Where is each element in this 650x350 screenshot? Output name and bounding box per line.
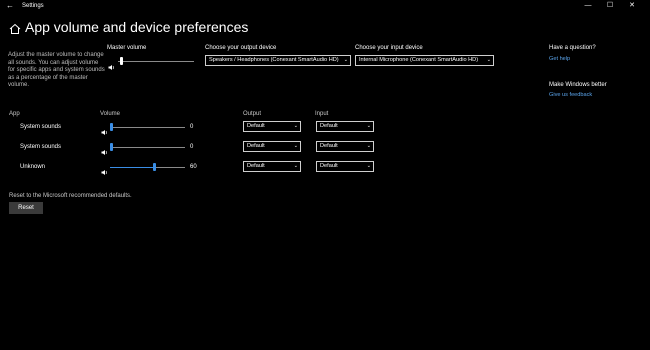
app-name: Unknown — [20, 164, 46, 170]
speaker-icon[interactable] — [101, 163, 108, 175]
app-output-value: Default — [247, 163, 265, 169]
app-output-value: Default — [247, 143, 265, 149]
volume-column-header: Volume — [100, 111, 121, 117]
page-title: App volume and device preferences — [25, 19, 249, 35]
chevron-down-icon: ⌄ — [486, 57, 491, 63]
app-volume-slider[interactable] — [110, 163, 185, 172]
master-volume-label: Master volume — [107, 45, 147, 51]
minimize-button[interactable]: — — [580, 1, 596, 11]
reset-button[interactable]: Reset — [9, 202, 43, 214]
app-name: System sounds — [20, 144, 62, 150]
give-feedback-link[interactable]: Give us feedback — [549, 91, 592, 99]
master-volume-description: Adjust the master volume to change all s… — [8, 52, 105, 88]
back-button[interactable]: ← — [6, 1, 16, 11]
app-volume-slider[interactable] — [110, 123, 185, 132]
app-input-select[interactable]: Default ⌄ — [316, 161, 374, 172]
app-volume-track — [110, 147, 185, 148]
app-output-value: Default — [247, 123, 265, 129]
question-heading: Have a question? — [549, 45, 596, 51]
close-button[interactable]: ✕ — [624, 1, 640, 11]
window-title: Settings — [22, 3, 44, 9]
app-name: System sounds — [20, 124, 62, 130]
app-volume-fill — [110, 167, 153, 168]
title-bar — [0, 0, 650, 12]
app-output-select[interactable]: Default ⌄ — [243, 141, 301, 152]
chevron-down-icon: ⌄ — [293, 163, 298, 169]
chevron-down-icon: ⌄ — [366, 123, 371, 129]
app-volume-slider[interactable] — [110, 143, 185, 152]
app-output-select[interactable]: Default ⌄ — [243, 161, 301, 172]
get-help-link[interactable]: Get help — [549, 55, 570, 63]
app-volume-thumb[interactable] — [110, 123, 113, 131]
output-device-label: Choose your output device — [205, 45, 277, 51]
app-volume-track — [110, 127, 185, 128]
chevron-down-icon: ⌄ — [293, 143, 298, 149]
app-input-select[interactable]: Default ⌄ — [316, 121, 374, 132]
speaker-icon[interactable] — [108, 58, 115, 70]
app-volume-thumb[interactable] — [153, 163, 156, 171]
output-column-header: Output — [243, 111, 262, 117]
table-row: System sounds 0 Default ⌄ Default ⌄ — [0, 121, 650, 135]
app-input-select[interactable]: Default ⌄ — [316, 141, 374, 152]
app-input-value: Default — [320, 123, 338, 129]
output-device-select[interactable]: Speakers / Headphones (Conexant SmartAud… — [205, 55, 351, 66]
input-device-select[interactable]: Internal Microphone (Conexant SmartAudio… — [355, 55, 494, 66]
maximize-button[interactable]: ☐ — [602, 1, 618, 11]
speaker-icon[interactable] — [101, 123, 108, 135]
app-column-header: App — [9, 111, 20, 117]
output-device-value: Speakers / Headphones (Conexant SmartAud… — [209, 57, 339, 63]
app-volume-value: 0 — [190, 124, 194, 130]
app-volume-value: 60 — [190, 164, 197, 170]
app-input-value: Default — [320, 143, 338, 149]
chevron-down-icon: ⌄ — [366, 143, 371, 149]
app-input-value: Default — [320, 163, 338, 169]
app-output-select[interactable]: Default ⌄ — [243, 121, 301, 132]
chevron-down-icon: ⌄ — [343, 57, 348, 63]
master-volume-slider[interactable] — [118, 57, 194, 66]
app-volume-thumb[interactable] — [110, 143, 113, 151]
master-volume-thumb[interactable] — [120, 57, 123, 65]
master-volume-track — [118, 61, 194, 62]
table-row: System sounds 0 Default ⌄ Default ⌄ — [0, 141, 650, 155]
input-column-header: Input — [315, 111, 329, 117]
input-device-label: Choose your input device — [355, 45, 423, 51]
feedback-heading: Make Windows better — [549, 82, 607, 88]
chevron-down-icon: ⌄ — [366, 163, 371, 169]
app-volume-value: 0 — [190, 144, 194, 150]
reset-description: Reset to the Microsoft recommended defau… — [9, 193, 132, 199]
input-device-value: Internal Microphone (Conexant SmartAudio… — [359, 57, 479, 63]
chevron-down-icon: ⌄ — [293, 123, 298, 129]
home-icon — [9, 22, 21, 34]
table-row: Unknown 60 Default ⌄ Default ⌄ — [0, 161, 650, 175]
speaker-icon[interactable] — [101, 143, 108, 155]
